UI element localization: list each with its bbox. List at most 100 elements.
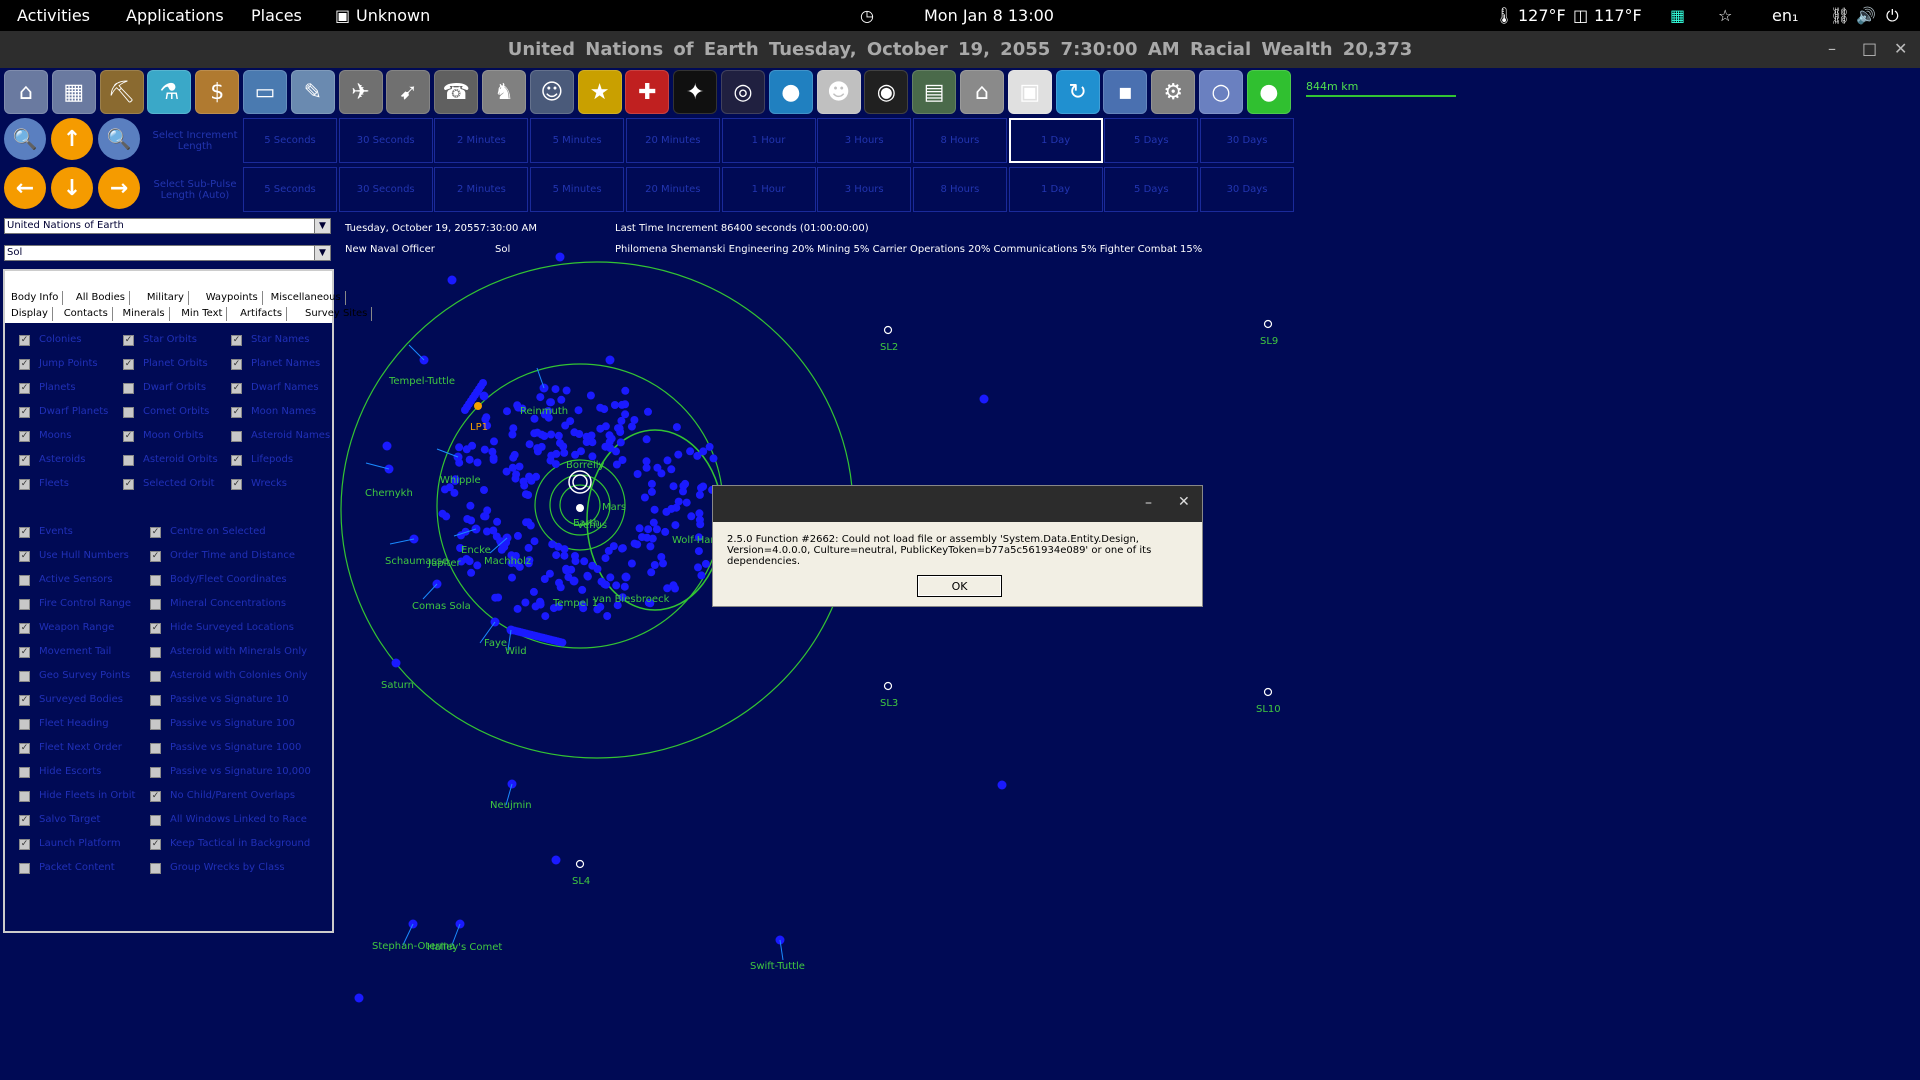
body-tempel-1 [569,576,579,586]
asteroid [681,479,690,488]
asteroid [561,421,570,430]
map-label-tempel-tuttle[interactable]: Tempel-Tuttle [389,376,455,387]
asteroid [635,524,644,533]
asteroid [559,442,568,451]
asteroid [647,568,656,577]
asteroid [586,391,595,400]
map-label-wild[interactable]: Wild [505,646,527,657]
body-misc-8 [551,855,561,865]
map-label-van-biesbroeck[interactable]: van Biesbroeck [593,594,669,605]
asteroid [603,612,612,620]
asteroid [462,555,471,563]
map-label-saturn[interactable]: Saturn [381,680,414,691]
map-label-borrelly[interactable]: Borrelly [566,460,604,471]
asteroid [709,454,718,463]
asteroid [490,437,498,446]
map-label-chernykh[interactable]: Chernykh [365,488,413,499]
asteroid [551,385,560,394]
asteroid [480,486,488,494]
asteroid [540,432,549,440]
map-label-sl10[interactable]: SL10 [1256,704,1281,715]
asteroid [642,463,651,472]
map-label-neujmin[interactable]: Neujmin [490,800,532,811]
ok-button[interactable]: OK [917,575,1002,597]
map-label-sl4[interactable]: SL4 [572,876,590,887]
asteroid [627,559,636,568]
map-label-mars[interactable]: Mars [602,502,626,513]
asteroid [588,438,597,447]
dialog-close-icon[interactable]: ✕ [1178,494,1190,510]
asteroid [606,444,615,453]
asteroid [621,400,630,409]
asteroid [694,563,702,572]
asteroid [442,512,451,521]
asteroid [513,604,522,613]
map-label-lp1[interactable]: LP1 [470,422,488,433]
asteroid [536,598,545,607]
asteroid [465,455,474,464]
asteroid [578,585,587,594]
asteroid [669,482,678,491]
map-label-sl9[interactable]: SL9 [1260,336,1278,347]
body-misc-2 [555,252,565,262]
asteroid [483,506,492,515]
asteroid [580,557,589,566]
asteroid [652,525,661,534]
asteroid [571,552,579,560]
map-label-jupiter[interactable]: Jupiter [428,558,461,569]
map-label-comas-sola[interactable]: Comas Sola [412,601,471,612]
asteroid [533,447,542,456]
asteroid [479,379,487,387]
body-tails [365,344,784,961]
asteroid [455,443,464,452]
asteroid [503,407,511,416]
asteroid [642,435,651,444]
body-misc-5 [479,391,489,401]
map-label-sl3[interactable]: SL3 [880,698,898,709]
asteroid [640,493,649,502]
asteroid [633,470,642,478]
asteroid [508,463,517,472]
asteroid [671,521,680,530]
body-van-biesbroeck [621,572,631,582]
map-label-faye[interactable]: Faye [484,638,507,649]
asteroid [513,531,522,540]
asteroid [601,554,610,563]
asteroid [687,512,696,521]
asteroid [440,485,449,494]
asteroid [515,462,524,471]
survey-sl3 [883,681,893,691]
asteroid [546,456,555,465]
map-label-encke[interactable]: Encke [461,545,491,556]
map-label-machholz[interactable]: Machholz [484,556,531,567]
asteroid [532,472,541,481]
asteroid [650,505,659,514]
map-label-venus[interactable]: Venus [577,520,607,531]
asteroid [588,561,597,570]
asteroid [609,542,618,551]
asteroid [697,571,706,580]
asteroid [555,578,563,587]
asteroid [667,465,676,474]
map-label-reinmuth[interactable]: Reinmuth [520,406,568,417]
body-misc-1 [447,275,457,285]
body-saturn [391,658,401,668]
map-label-tempel-1[interactable]: Tempel 1 [553,598,598,609]
asteroid [577,447,585,456]
asteroid [570,428,579,437]
asteroid [643,533,651,542]
map-label-swift-tuttle[interactable]: Swift-Tuttle [750,961,805,972]
survey-sl4 [575,859,585,869]
asteroid [562,386,571,395]
body-misc-4 [382,441,392,451]
map-label-halley-s-comet[interactable]: Halley's Comet [427,942,502,953]
asteroid [574,406,583,415]
dialog-minimize-icon[interactable]: – [1145,495,1152,511]
map-label-sl2[interactable]: SL2 [880,342,898,353]
asteroid [644,407,652,416]
asteroid [659,559,667,568]
asteroid [663,584,672,593]
asteroid [627,422,636,431]
survey-sl9 [1263,319,1273,329]
map-label-whipple[interactable]: Whipple [440,475,481,486]
